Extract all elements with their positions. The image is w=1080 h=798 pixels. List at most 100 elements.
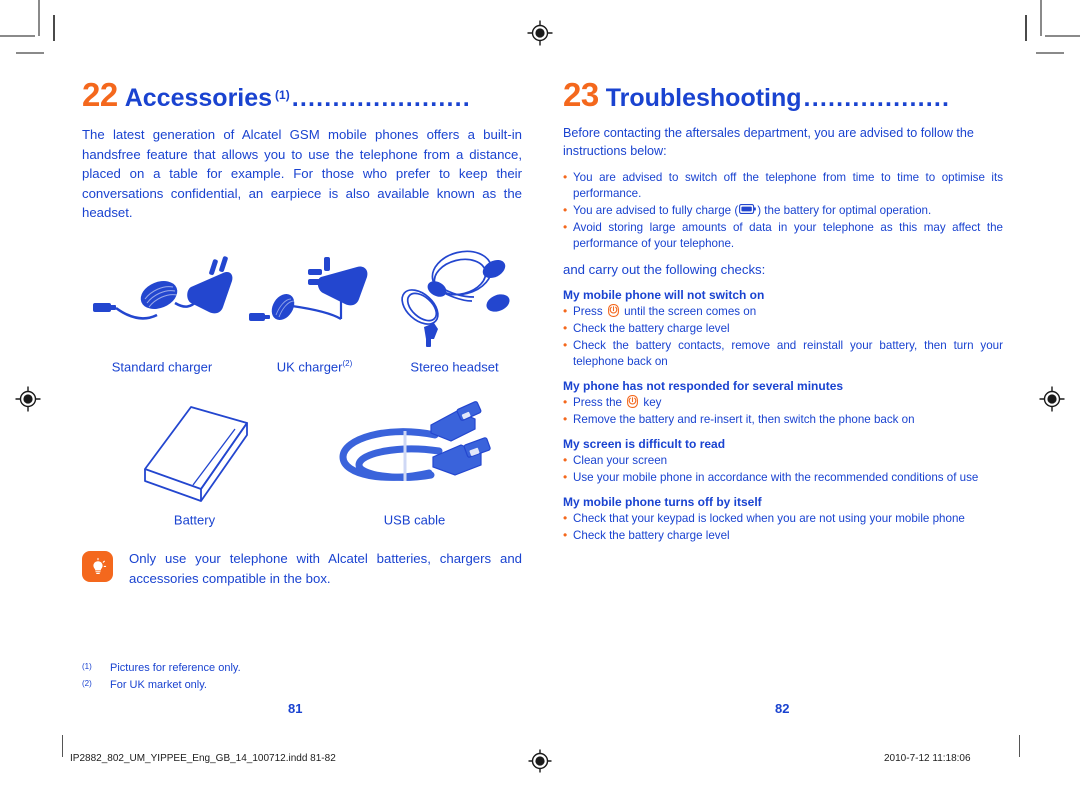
power-key-icon [627, 395, 639, 409]
chapter-dot-leader: .................. [803, 86, 951, 111]
chapter-heading-troubleshooting: 23 Troubleshooting .................. [563, 78, 1003, 111]
troubleshooting-bullet: • Check that your keypad is locked when … [563, 511, 1003, 527]
accessory-caption: UK charger(2) [242, 359, 387, 374]
troubleshooting-intro-paragraph: Before contacting the aftersales departm… [563, 126, 974, 158]
footer-divider-right [1019, 735, 1020, 757]
bullet-dot-icon: • [563, 511, 568, 526]
troubleshooting-bullet: • Use your mobile phone in accordance wi… [563, 470, 1003, 486]
uk-charger-illustration [242, 245, 387, 357]
bullet-text: You are advised to switch off the teleph… [573, 170, 1003, 200]
left-page-column: 22 Accessories (1) .....................… [82, 78, 522, 589]
bullet-text-after: until the screen comes on [620, 305, 757, 319]
accessory-uk-charger: UK charger(2) [242, 245, 387, 374]
troubleshooting-heading: My screen is difficult to read [563, 437, 726, 452]
crop-mark-top-right-v [1040, 0, 1042, 36]
troubleshooting-section: My screen is difficult to read • Clean y… [563, 437, 1003, 486]
chapter-superscript: (1) [275, 88, 290, 102]
footnote-item: (2) For UK market only. [82, 677, 482, 694]
bullet-dot-icon: • [563, 219, 568, 234]
accessories-intro-paragraph: The latest generation of Alcatel GSM mob… [82, 127, 522, 221]
registration-mark-right-middle [1039, 386, 1065, 412]
accessory-caption-text: Stereo headset [410, 358, 499, 374]
troubleshooting-heading: My mobile phone turns off by itself [563, 495, 762, 510]
accessory-caption: USB cable [307, 512, 522, 527]
troubleshooting-section: My mobile phone will not switch on • Pre… [563, 288, 1003, 370]
chapter-heading-accessories: 22 Accessories (1) .....................… [82, 78, 522, 111]
bullet-text: Remove the battery and re-insert it, the… [573, 413, 915, 427]
bullet-text: Check the battery charge level [573, 529, 730, 543]
manual-page-spread: 22 Accessories (1) .....................… [0, 0, 1080, 798]
accessory-caption-text: USB cable [383, 512, 446, 528]
accessory-standard-charger: Standard charger [82, 245, 242, 374]
advice-bullet: • You are advised to switch off the tele… [563, 170, 1003, 202]
footer-filename: IP2882_802_UM_YIPPEE_Eng_GB_14_100712.in… [70, 753, 336, 764]
footnote-item: (1) Pictures for reference only. [82, 660, 482, 677]
accessory-caption-text: Battery [173, 512, 216, 528]
tip-text: Only use your telephone with Alcatel bat… [129, 551, 522, 587]
carry-out-checks-text: and carry out the following checks: [563, 261, 766, 277]
bullet-text: Check the battery charge level [573, 322, 730, 336]
footer-divider-left [62, 735, 63, 757]
accessory-caption-superscript: (2) [342, 358, 353, 368]
usb-cable-illustration [307, 392, 522, 510]
bleed-mark-top-left-h [16, 52, 44, 54]
advice-bullet: • You are advised to fully charge () the… [563, 203, 1003, 219]
lightbulb-tip-icon [82, 551, 113, 583]
left-page-number: 81 [288, 701, 303, 716]
accessory-usb-cable: USB cable [307, 392, 522, 527]
troubleshooting-bullet: • Check the battery charge level [563, 528, 1003, 544]
bullet-dot-icon: • [563, 395, 568, 410]
accessory-caption-text: Standard charger [111, 358, 213, 374]
troubleshooting-section: My phone has not responded for several m… [563, 379, 1003, 428]
bleed-mark-top-right-v [1025, 15, 1027, 41]
accessories-row-1: Standard charger UK charger(2) Stereo he… [82, 245, 522, 374]
troubleshooting-bullet: • Check the battery contacts, remove and… [563, 338, 1003, 370]
chapter-dot-leader: ...................... [291, 86, 471, 111]
accessory-caption-text: UK charger [276, 358, 343, 374]
bullet-dot-icon: • [563, 338, 568, 353]
troubleshooting-bullet: • Press until the screen comes on [563, 304, 1003, 320]
bullet-dot-icon: • [563, 470, 568, 485]
bullet-text: You are advised to fully charge ( [573, 203, 739, 217]
bullet-text-after: key [640, 396, 662, 410]
bullet-text: Press the [573, 396, 626, 410]
troubleshooting-heading: My phone has not responded for several m… [563, 379, 844, 394]
footnote-marker: (1) [82, 662, 92, 671]
bullet-dot-icon: • [563, 321, 568, 336]
accessory-caption: Battery [82, 512, 307, 527]
accessory-caption: Standard charger [82, 359, 242, 374]
accessory-stereo-headset: Stereo headset [387, 245, 522, 374]
advice-bullet: • Avoid storing large amounts of data in… [563, 220, 1003, 252]
bleed-mark-top-left-v [53, 15, 55, 41]
battery-icon [739, 203, 757, 214]
bullet-text: Press [573, 305, 606, 319]
standard-charger-illustration [82, 245, 242, 357]
right-page-number: 82 [775, 701, 790, 716]
bleed-mark-top-right-h [1036, 52, 1064, 54]
tip-callout: Only use your telephone with Alcatel bat… [82, 549, 522, 589]
chapter-number: 22 [82, 78, 118, 111]
bullet-dot-icon: • [563, 169, 568, 184]
footnote-text: Pictures for reference only. [110, 662, 241, 674]
bullet-dot-icon: • [563, 528, 568, 543]
troubleshooting-section: My mobile phone turns off by itself • Ch… [563, 495, 1003, 544]
right-page-column: 23 Troubleshooting .................. Be… [563, 78, 1003, 545]
crop-mark-top-left-v [38, 0, 40, 36]
power-key-icon [607, 304, 619, 318]
chapter-number: 23 [563, 78, 599, 111]
advice-bullet-list: • You are advised to switch off the tele… [563, 170, 1003, 252]
bullet-text: Clean your screen [573, 454, 668, 468]
crop-mark-top-left-h [0, 35, 35, 37]
accessories-row-2: Battery USB cable [82, 392, 522, 527]
accessory-battery: Battery [82, 392, 307, 527]
troubleshooting-bullet: • Check the battery charge level [563, 321, 1003, 337]
bullet-dot-icon: • [563, 202, 568, 217]
troubleshooting-bullet: • Remove the battery and re-insert it, t… [563, 412, 1003, 428]
bullet-dot-icon: • [563, 453, 568, 468]
bullet-text: Check that your keypad is locked when yo… [573, 512, 965, 526]
troubleshooting-bullet: • Clean your screen [563, 453, 1003, 469]
footnote-marker: (2) [82, 679, 92, 689]
stereo-headset-illustration [387, 245, 522, 357]
chapter-title: Troubleshooting [605, 84, 802, 111]
footer-timestamp: 2010-7-12 11:18:06 [884, 753, 971, 764]
